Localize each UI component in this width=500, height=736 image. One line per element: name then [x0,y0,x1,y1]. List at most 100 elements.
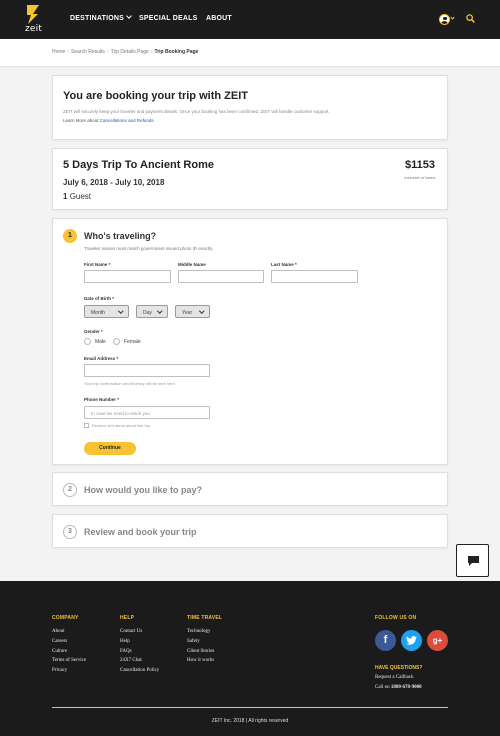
dob-label: Date of Birth * [84,296,115,301]
learn-more-prefix: Learn More about [63,118,99,123]
dob-year-select[interactable]: Year [175,305,210,318]
middle-name-label: Middle Name [178,262,206,267]
dob-year-value: Year [182,309,193,316]
price-note: Inclusive of taxes [404,175,435,180]
footer-company-heading: COMPANY [52,615,79,621]
chevron-down-icon [126,13,132,19]
breadcrumb-trip-details[interactable]: Trip Details Page [111,49,149,55]
breadcrumb-search-results[interactable]: Search Results [71,49,105,55]
footer-link-careers[interactable]: Careers [52,639,86,649]
footer-link-chat[interactable]: 24X7 Chat [120,658,159,668]
footer-link-about[interactable]: About [52,629,86,639]
trip-price: $1153 [405,159,435,171]
request-callback-link[interactable]: Request a Callback [375,675,414,680]
twitter-icon[interactable] [401,630,422,651]
nav-destinations[interactable]: DESTINATIONS [70,13,132,22]
middle-name-field[interactable] [178,270,264,283]
chevron-down-icon [156,308,162,314]
google-plus-icon[interactable]: g+ [427,630,448,651]
travelers-step-title: Who's traveling? [84,231,157,241]
booking-heading: You are booking your trip with ZEIT [63,90,248,102]
top-navbar: zeit DESTINATIONS SPECIAL DEALS ABOUT [0,0,500,39]
breadcrumb-home[interactable]: Home [52,49,65,55]
guest-count: 1 Guest [63,192,91,201]
chat-button[interactable] [456,544,489,577]
step-3-badge: 3 [63,525,77,539]
user-account-icon[interactable] [439,14,450,25]
logo-bolt-icon [27,5,39,24]
nav-destinations-label: DESTINATIONS [70,15,124,22]
phone-label: Phone Number * [84,397,120,402]
cancellations-refunds-link[interactable]: Cancellations and Refunds [100,118,154,123]
last-name-field[interactable] [271,270,358,283]
user-menu-chevron-icon[interactable] [450,15,455,20]
footer-link-technology[interactable]: Technology [187,629,222,639]
learn-more-line: Learn More about Cancellations and Refun… [63,118,154,123]
text-alerts-label[interactable]: Receive text alerts about this trip. [92,423,151,428]
continue-button[interactable]: Continue [84,442,136,455]
gender-male-label[interactable]: Male [95,339,106,345]
step-1-badge: 1 [63,229,77,243]
dob-month-value: Month [91,309,105,316]
twitter-bird-icon [406,636,417,645]
chat-bubble-icon [468,556,479,566]
nav-about[interactable]: ABOUT [206,15,232,22]
email-label: Email Address * [84,356,119,361]
gender-male-radio[interactable] [84,338,91,345]
facebook-icon[interactable]: f [375,630,396,651]
call-prefix: Call on [375,685,390,690]
dob-day-select[interactable]: Day [136,305,168,318]
gender-female-radio[interactable] [113,338,120,345]
logo-text: zeit [25,24,43,34]
text-alerts-checkbox[interactable] [84,423,89,428]
footer-help-heading: HELP [120,615,135,621]
gender-female-label[interactable]: Female [124,339,141,345]
phone-field[interactable]: In case we need to reach you [84,406,210,419]
payment-step-title: How would you like to pay? [84,485,203,495]
trip-title: 5 Days Trip To Ancient Rome [63,159,214,171]
first-name-field[interactable] [84,270,171,283]
first-name-label: First Name * [84,262,111,267]
breadcrumb-bar: Home › Search Results › Trip Details Page › Tr… [0,39,500,67]
nav-special-deals[interactable]: SPECIAL DEALS [139,15,197,22]
call-line: Call on 1800-678-9000 [375,685,422,690]
footer-link-cancellation[interactable]: Cancellation Policy [120,668,159,678]
zeit-logo[interactable]: zeit [24,5,44,35]
chevron-down-icon [117,308,123,314]
email-hint: Your trip confirmation and itinerary wil… [84,381,176,386]
travelers-step-card: 1 Who's traveling? Traveler names must m… [52,218,448,465]
footer-link-terms[interactable]: Terms of Service [52,658,86,668]
last-name-label: Last Name * [271,262,297,267]
review-step-title: Review and book your trip [84,527,197,537]
trip-dates: July 6, 2018 - July 10, 2018 [63,178,165,187]
copyright: ZEIT Inc. 2018 | All rights reserved [211,718,289,724]
footer-link-help[interactable]: Help [120,639,159,649]
questions-heading: HAVE QUESTIONS? [375,665,423,671]
footer-link-privacy[interactable]: Privacy [52,668,86,678]
footer-link-how-it-works[interactable]: How it works [187,658,222,668]
footer-link-contact[interactable]: Contact Us [120,629,159,639]
booking-intro-card: You are booking your trip with ZEIT ZEIT… [52,75,448,140]
footer-time-travel-column: TIME TRAVEL Technology Safety Client Sto… [187,615,222,668]
follow-us-heading: FOLLOW US ON [375,615,417,621]
breadcrumb: Home › Search Results › Trip Details Page › Tr… [52,49,199,55]
gender-label: Gender * [84,329,103,334]
email-field[interactable] [84,364,210,377]
footer-link-faqs[interactable]: FAQs [120,649,159,659]
review-step-card[interactable]: 3 Review and book your trip [52,514,448,548]
guest-label: Guest [69,192,92,201]
support-phone[interactable]: 1800-678-9000 [391,685,422,690]
chevron-down-icon [198,308,204,314]
search-icon[interactable] [466,14,475,23]
footer-link-culture[interactable]: Culture [52,649,86,659]
footer-link-safety[interactable]: Safety [187,639,222,649]
footer: COMPANY About Careers Culture Terms of S… [0,581,500,736]
travelers-note: Traveler names must match government iss… [84,246,214,251]
breadcrumb-current: Trip Booking Page [154,49,199,55]
step-2-badge: 2 [63,483,77,497]
booking-intro-text: ZEIT will securely keep your traveler an… [63,109,330,114]
footer-time-travel-heading: TIME TRAVEL [187,615,223,621]
dob-month-select[interactable]: Month [84,305,129,318]
payment-step-card[interactable]: 2 How would you like to pay? [52,472,448,506]
footer-link-client-stories[interactable]: Client Stories [187,649,222,659]
